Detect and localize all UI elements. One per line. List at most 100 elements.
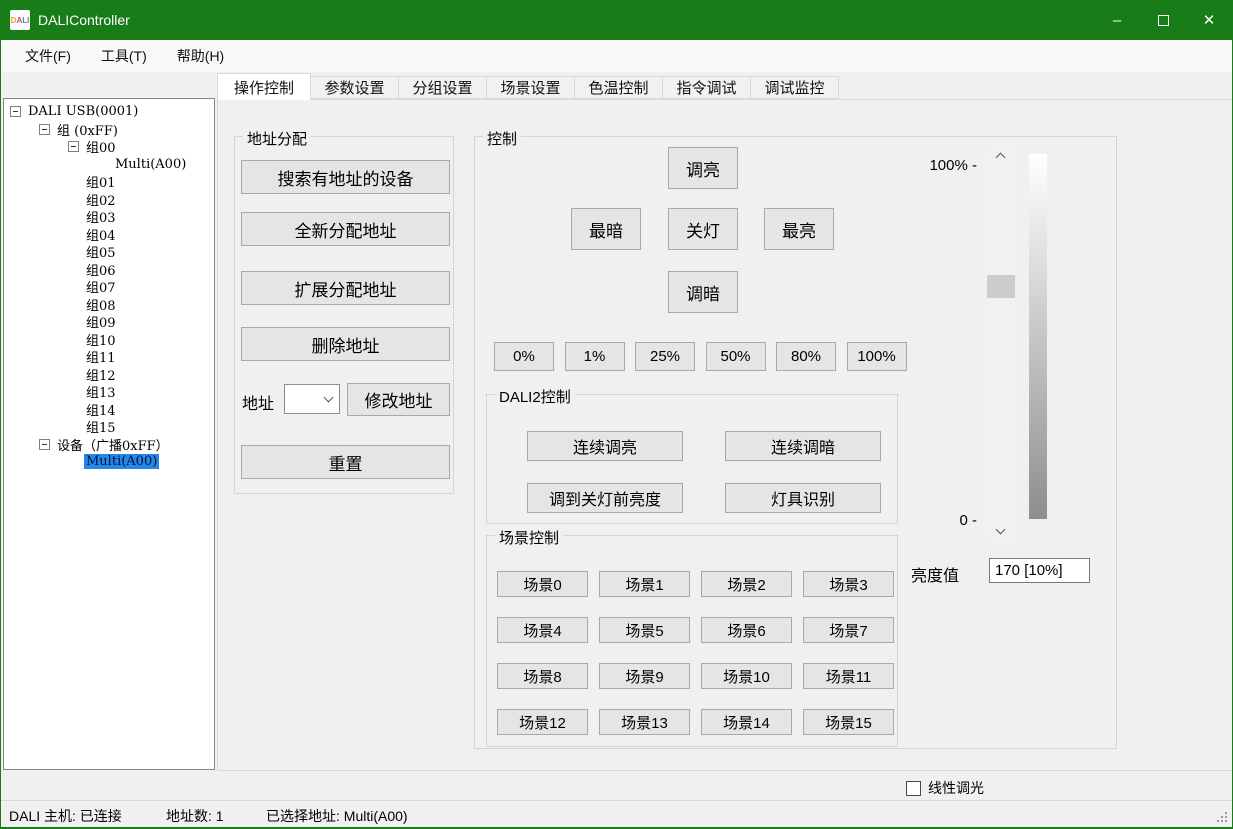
scene-button[interactable]: 场景14 (701, 709, 792, 735)
dim-min-button[interactable]: 最暗 (571, 208, 641, 250)
dali2-button[interactable]: 连续调暗 (725, 431, 881, 461)
reset-button[interactable]: 重置 (241, 445, 450, 479)
percent-button[interactable]: 1% (565, 342, 625, 371)
app-icon: DALI (10, 10, 30, 30)
tree-item[interactable]: 组12 (84, 365, 118, 384)
tab[interactable]: 指令调试 (663, 76, 751, 99)
dim-down-button[interactable]: 调暗 (668, 271, 738, 313)
tab[interactable]: 调试监控 (751, 76, 839, 99)
tab[interactable]: 分组设置 (399, 76, 487, 99)
dali2-button[interactable]: 灯具识别 (725, 483, 881, 513)
tree-expander-icon[interactable] (39, 439, 50, 450)
dim-up-button[interactable]: 调亮 (668, 147, 738, 189)
address-button[interactable]: 删除地址 (241, 327, 450, 361)
tab[interactable]: 色温控制 (575, 76, 663, 99)
address-button[interactable]: 扩展分配地址 (241, 271, 450, 305)
control-group: 控制 调亮 最暗 关灯 最亮 调暗 0%1%25%50%80%100% DALI… (474, 136, 1117, 749)
status-address-count: 地址数: 1 (166, 806, 224, 826)
brightness-scrollbar[interactable] (987, 145, 1015, 542)
tree-row: 组12 (4, 366, 214, 384)
dali2-group-title: DALI2控制 (495, 386, 575, 407)
menu-item[interactable]: 工具(T) (89, 40, 159, 72)
close-button[interactable]: ✕ (1186, 0, 1232, 40)
minimize-button[interactable]: – (1094, 0, 1140, 40)
tab[interactable]: 操作控制 (217, 73, 311, 100)
tree-item[interactable]: 组13 (84, 382, 118, 401)
tree-item[interactable]: 组08 (84, 295, 118, 314)
tree-item[interactable]: 组11 (84, 347, 118, 366)
scrollbar-thumb[interactable] (987, 275, 1015, 298)
tabstrip: 操作控制参数设置分组设置场景设置色温控制指令调试调试监控 (217, 73, 839, 100)
scene-button[interactable]: 场景10 (701, 663, 792, 689)
modify-address-button[interactable]: 修改地址 (347, 383, 450, 416)
percent-button[interactable]: 100% (847, 342, 907, 371)
tree-item[interactable]: 组01 (84, 172, 118, 191)
resize-grip-icon[interactable] (1225, 820, 1227, 822)
address-button[interactable]: 搜索有地址的设备 (241, 160, 450, 194)
tree-item[interactable]: 组04 (84, 225, 118, 244)
tree-item[interactable]: 组09 (84, 312, 118, 331)
linear-dimming-checkbox[interactable] (906, 781, 921, 796)
percent-button[interactable]: 50% (706, 342, 766, 371)
tree-expander-icon[interactable] (39, 124, 50, 135)
maximize-button[interactable] (1140, 0, 1186, 40)
tree-item[interactable]: 组 (0xFF) (55, 120, 120, 139)
address-button[interactable]: 全新分配地址 (241, 212, 450, 246)
tree-item[interactable]: 组06 (84, 260, 118, 279)
dim-max-button[interactable]: 最亮 (764, 208, 834, 250)
scene-button[interactable]: 场景12 (497, 709, 588, 735)
scene-group-title: 场景控制 (495, 527, 563, 548)
brightness-value-box[interactable]: 170 [10%] (989, 558, 1090, 583)
dali2-button[interactable]: 调到关灯前亮度 (527, 483, 683, 513)
tree-item[interactable]: 组00 (84, 137, 118, 156)
tree-item[interactable]: 组02 (84, 190, 118, 209)
tab[interactable]: 参数设置 (311, 76, 399, 99)
brightness-label: 亮度值 (911, 562, 959, 586)
scene-button[interactable]: 场景0 (497, 571, 588, 597)
scene-button[interactable]: 场景11 (803, 663, 894, 689)
tree-row: Multi(A00) (4, 453, 214, 471)
percent-button[interactable]: 80% (776, 342, 836, 371)
tree-item[interactable]: 组14 (84, 400, 118, 419)
tree-item[interactable]: 设备（广播0xFF） (55, 435, 171, 454)
address-combobox[interactable] (284, 384, 340, 414)
scene-button[interactable]: 场景4 (497, 617, 588, 643)
tree-row: 组03 (4, 208, 214, 226)
scroll-up-icon[interactable] (996, 153, 1006, 163)
tree-expander-icon[interactable] (10, 106, 21, 117)
tree-row: 组00 (4, 138, 214, 156)
scene-button[interactable]: 场景6 (701, 617, 792, 643)
device-tree[interactable]: DALI USB(0001)组 (0xFF)组00Multi(A00)组01组0… (3, 98, 215, 770)
scene-button[interactable]: 场景5 (599, 617, 690, 643)
tab[interactable]: 场景设置 (487, 76, 575, 99)
menu-item[interactable]: 文件(F) (13, 40, 83, 72)
tree-item[interactable]: Multi(A00) (113, 157, 188, 172)
percent-button[interactable]: 25% (635, 342, 695, 371)
scene-button[interactable]: 场景15 (803, 709, 894, 735)
status-selected-address: 已选择地址: Multi(A00) (266, 806, 408, 826)
scene-button[interactable]: 场景13 (599, 709, 690, 735)
tree-item[interactable]: 组15 (84, 417, 118, 436)
scroll-down-icon[interactable] (996, 525, 1006, 535)
scene-button[interactable]: 场景9 (599, 663, 690, 689)
tree-expander-icon[interactable] (68, 141, 79, 152)
scene-button[interactable]: 场景1 (599, 571, 690, 597)
tabpage-operation-control: 地址分配 搜索有地址的设备全新分配地址扩展分配地址删除地址 地址 修改地址 重置… (217, 99, 1233, 771)
scene-button[interactable]: 场景3 (803, 571, 894, 597)
scene-button[interactable]: 场景7 (803, 617, 894, 643)
tree-row: 组13 (4, 383, 214, 401)
tree-item[interactable]: 组07 (84, 277, 118, 296)
app-window: DALI DALIController – ✕ 文件(F)工具(T)帮助(H) … (0, 0, 1233, 829)
tree-item[interactable]: 组10 (84, 330, 118, 349)
dali2-button[interactable]: 连续调亮 (527, 431, 683, 461)
scene-button[interactable]: 场景8 (497, 663, 588, 689)
tree-item[interactable]: Multi(A00) (84, 454, 159, 469)
tree-item[interactable]: DALI USB(0001) (26, 104, 140, 119)
light-off-button[interactable]: 关灯 (668, 208, 738, 250)
tree-item[interactable]: 组03 (84, 207, 118, 226)
menu-item[interactable]: 帮助(H) (165, 40, 236, 72)
tree-item[interactable]: 组05 (84, 242, 118, 261)
percent-button[interactable]: 0% (494, 342, 554, 371)
tree-row: 组15 (4, 418, 214, 436)
scene-button[interactable]: 场景2 (701, 571, 792, 597)
